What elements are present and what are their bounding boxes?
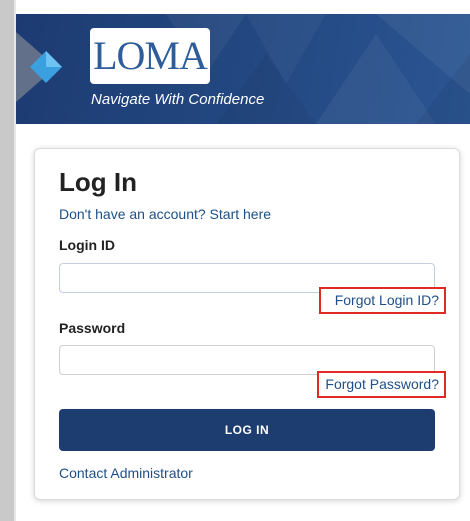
site-header: LOMA Navigate With Confidence (16, 14, 470, 124)
login-id-label: Login ID (59, 237, 115, 253)
window-left-edge (0, 0, 14, 521)
page-title: Log In (59, 167, 137, 197)
logo[interactable]: LOMA (90, 28, 210, 84)
diamond-icon (16, 32, 62, 102)
login-button[interactable]: LOG IN (59, 409, 435, 451)
logo-text: LOMA (93, 33, 208, 78)
contact-administrator-link[interactable]: Contact Administrator (59, 465, 193, 481)
login-card: Log In Don't have an account? Start here… (34, 148, 460, 500)
forgot-password-link[interactable]: Forgot Password? (317, 371, 446, 398)
forgot-login-id-link[interactable]: Forgot Login ID? (318, 287, 446, 314)
signup-link[interactable]: Don't have an account? Start here (59, 206, 271, 222)
password-label: Password (59, 320, 126, 336)
tagline: Navigate With Confidence (91, 91, 265, 108)
